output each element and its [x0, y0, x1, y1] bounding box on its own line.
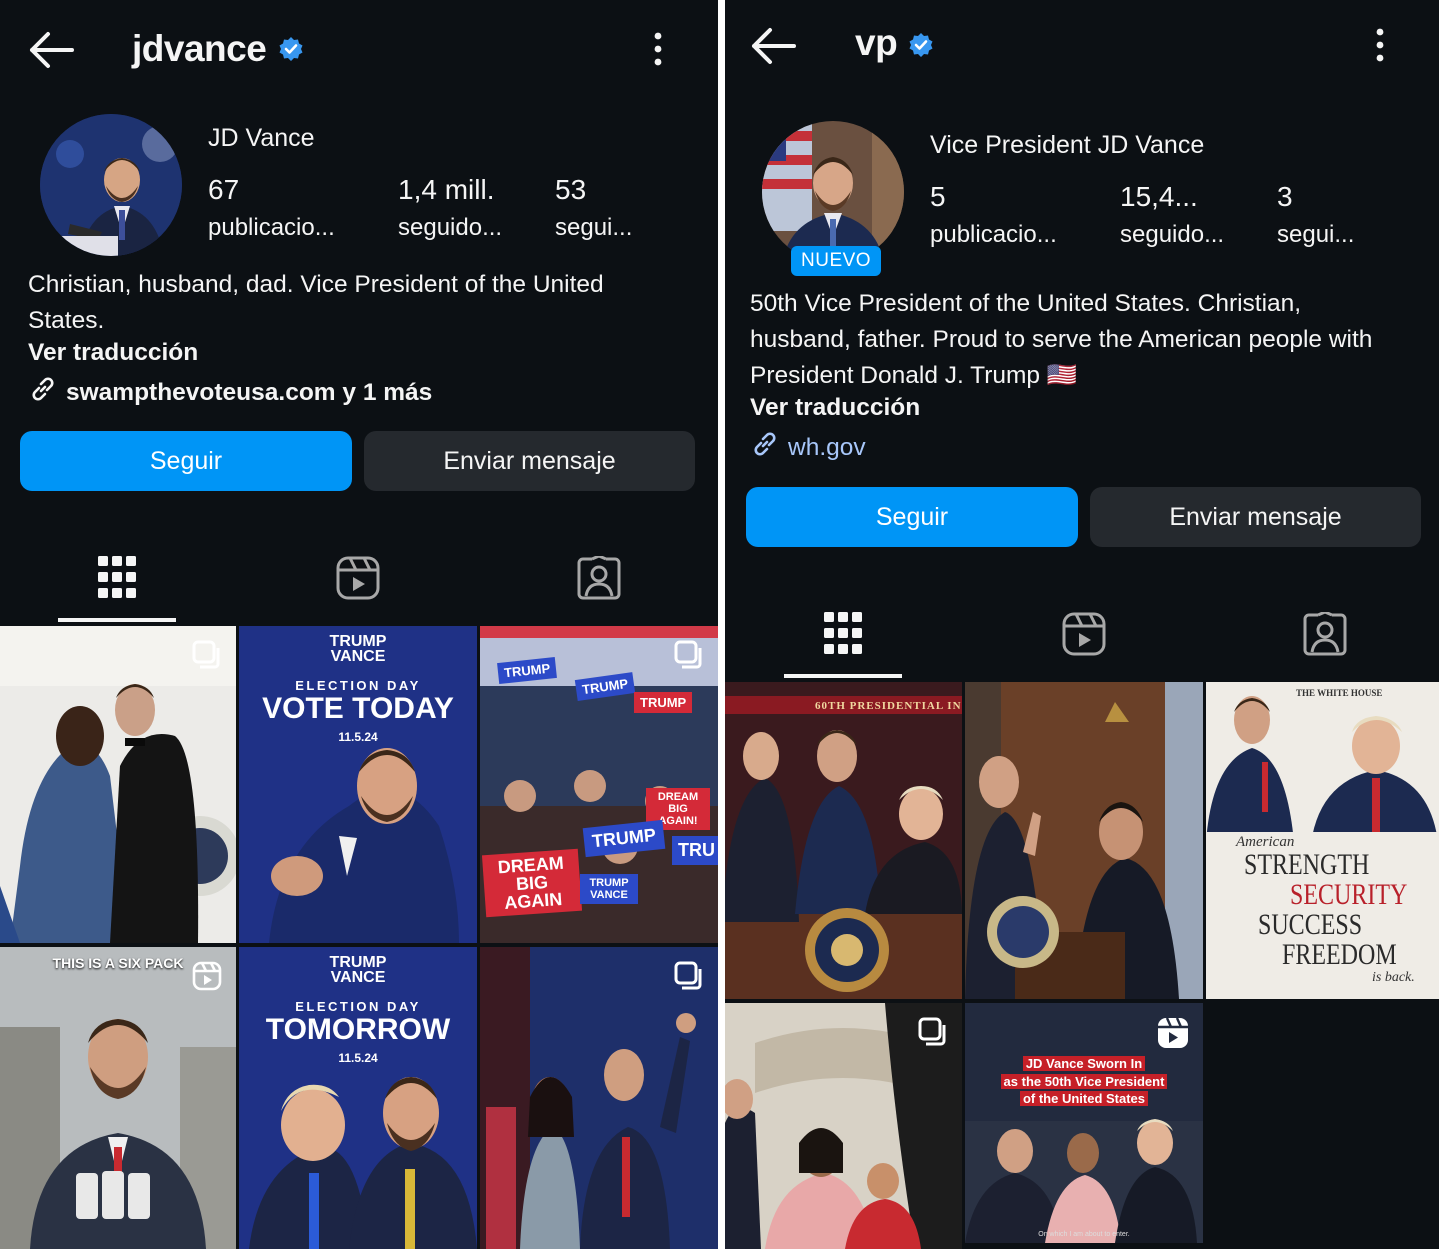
see-translation-link[interactable]: Ver traducción — [28, 339, 198, 367]
election-day-label: ELECTION DAY — [295, 999, 421, 1014]
post-tile-4[interactable] — [725, 1003, 962, 1249]
profile-panel-vp: vp NUEVO Vice President JD Vance 5 publi… — [725, 0, 1439, 1249]
slogan-word: SUCCESS — [1258, 908, 1363, 941]
follow-button[interactable]: Seguir — [746, 487, 1078, 547]
see-translation-link[interactable]: Ver traducción — [750, 394, 920, 422]
message-button[interactable]: Enviar mensaje — [1090, 487, 1421, 547]
white-house-header: THE WHITE HOUSE — [1296, 688, 1383, 698]
video-caption: On which I am about to enter. — [1038, 1231, 1130, 1238]
profile-website-link[interactable]: wh.gov — [750, 429, 866, 466]
post-tile-2[interactable]: TRUMP VANCE ELECTION DAY VOTE TODAY 11.5… — [239, 626, 477, 943]
inauguration-banner: 60TH PRESIDENTIAL IN — [815, 700, 962, 712]
rally-sign: TRUMP VANCE — [580, 874, 638, 904]
profile-panel-jdvance: jdvance JD Vance 67 publicacio... 1,4 mi… — [0, 0, 718, 1249]
profile-username: vp — [855, 22, 898, 63]
carousel-icon — [674, 640, 704, 675]
following-count[interactable]: 3 — [1277, 181, 1293, 213]
slogan-word: FREEDOM — [1282, 938, 1397, 971]
tab-grid-icon[interactable] — [824, 612, 862, 654]
rally-sign: TRUMP — [634, 692, 693, 713]
reel-icon — [1157, 1017, 1189, 1054]
profile-display-name: Vice President JD Vance — [930, 131, 1205, 159]
link-icon — [750, 429, 780, 466]
posts-label: publicacio... — [208, 214, 335, 241]
tab-tagged-icon[interactable] — [1303, 612, 1347, 656]
followers-label[interactable]: seguido... — [1120, 221, 1224, 249]
profile-display-name: JD Vance — [208, 124, 315, 152]
more-options-icon[interactable] — [1370, 26, 1390, 66]
slogan-word: SECURITY — [1290, 878, 1408, 911]
slogan-script-bottom: is back. — [1372, 970, 1415, 985]
tomorrow-headline: TOMORROW — [265, 1013, 451, 1046]
link-icon — [28, 374, 58, 411]
website-link-text[interactable]: swampthevoteusa.com y 1 más — [66, 379, 432, 407]
reel-icon — [192, 961, 222, 996]
carousel-icon — [674, 961, 704, 996]
followers-count[interactable]: 15,4... — [1120, 181, 1198, 213]
following-label[interactable]: segui... — [555, 214, 632, 242]
verified-badge-icon — [908, 32, 934, 58]
post-tile-3[interactable]: THE WHITE HOUSE American STRENGTH SECURI… — [1206, 682, 1439, 999]
message-button[interactable]: Enviar mensaje — [364, 431, 695, 491]
website-link-text[interactable]: wh.gov — [788, 434, 866, 462]
trump-vance-logo: TRUMP VANCE — [329, 954, 387, 986]
post-tile-1[interactable] — [0, 626, 236, 943]
post-tile-6[interactable] — [480, 947, 718, 1249]
carousel-icon — [918, 1017, 948, 1052]
back-arrow-icon[interactable] — [28, 30, 74, 70]
profile-website-link[interactable]: swampthevoteusa.com y 1 más — [28, 374, 432, 411]
tab-reels-icon[interactable] — [336, 556, 380, 600]
post-tile-4[interactable]: THIS IS A SIX PACK — [0, 947, 236, 1249]
following-label[interactable]: segui... — [1277, 221, 1354, 249]
avatar[interactable] — [40, 114, 182, 256]
rally-sign: DREAM BIG AGAIN — [481, 848, 583, 918]
profile-bio: 50th Vice President of the United States… — [750, 290, 1373, 389]
following-count[interactable]: 53 — [555, 174, 586, 206]
posts-count: 5 — [930, 181, 946, 212]
post-tile-5[interactable]: TRUMP VANCE ELECTION DAY TOMORROW 11.5.2… — [239, 947, 477, 1249]
new-badge: NUEVO — [791, 246, 882, 276]
profile-username: jdvance — [132, 28, 267, 69]
election-date: 11.5.24 — [338, 1051, 378, 1065]
rally-sign: TRU — [672, 836, 718, 865]
verified-badge-icon — [278, 36, 304, 62]
post-tile-3[interactable]: TRUMP TRUMP TRUMP DREAM BIG AGAIN! TRUMP… — [480, 626, 718, 943]
screenshot-root: jdvance JD Vance 67 publicacio... 1,4 mi… — [0, 0, 1439, 1249]
post-tile-2[interactable] — [965, 682, 1203, 999]
slogan-word: STRENGTH — [1244, 848, 1370, 881]
follow-button[interactable]: Seguir — [20, 431, 352, 491]
posts-label: publicacio... — [930, 221, 1057, 248]
active-tab-indicator — [784, 674, 902, 678]
election-day-label: ELECTION DAY — [295, 678, 421, 693]
followers-count[interactable]: 1,4 mill. — [398, 174, 494, 206]
active-tab-indicator — [58, 618, 176, 622]
post-tile-1[interactable]: 60TH PRESIDENTIAL IN — [725, 682, 962, 999]
more-options-icon[interactable] — [648, 30, 668, 70]
followers-label[interactable]: seguido... — [398, 214, 502, 242]
tab-reels-icon[interactable] — [1062, 612, 1106, 656]
profile-bio: Christian, husband, dad. Vice President … — [28, 271, 604, 334]
posts-count: 67 — [208, 174, 240, 205]
back-arrow-icon[interactable] — [750, 26, 796, 66]
tab-grid-icon[interactable] — [98, 556, 136, 598]
post-tile-5[interactable]: JD Vance Sworn In as the 50th Vice Presi… — [965, 1003, 1203, 1243]
avatar[interactable] — [762, 121, 904, 263]
trump-vance-logo: TRUMP VANCE — [329, 633, 387, 665]
election-date: 11.5.24 — [338, 730, 378, 744]
sworn-in-headline: JD Vance Sworn In as the 50th Vice Presi… — [965, 1055, 1203, 1108]
vote-today-headline: VOTE TODAY — [262, 692, 454, 725]
carousel-icon — [192, 640, 222, 675]
tab-tagged-icon[interactable] — [577, 556, 621, 600]
